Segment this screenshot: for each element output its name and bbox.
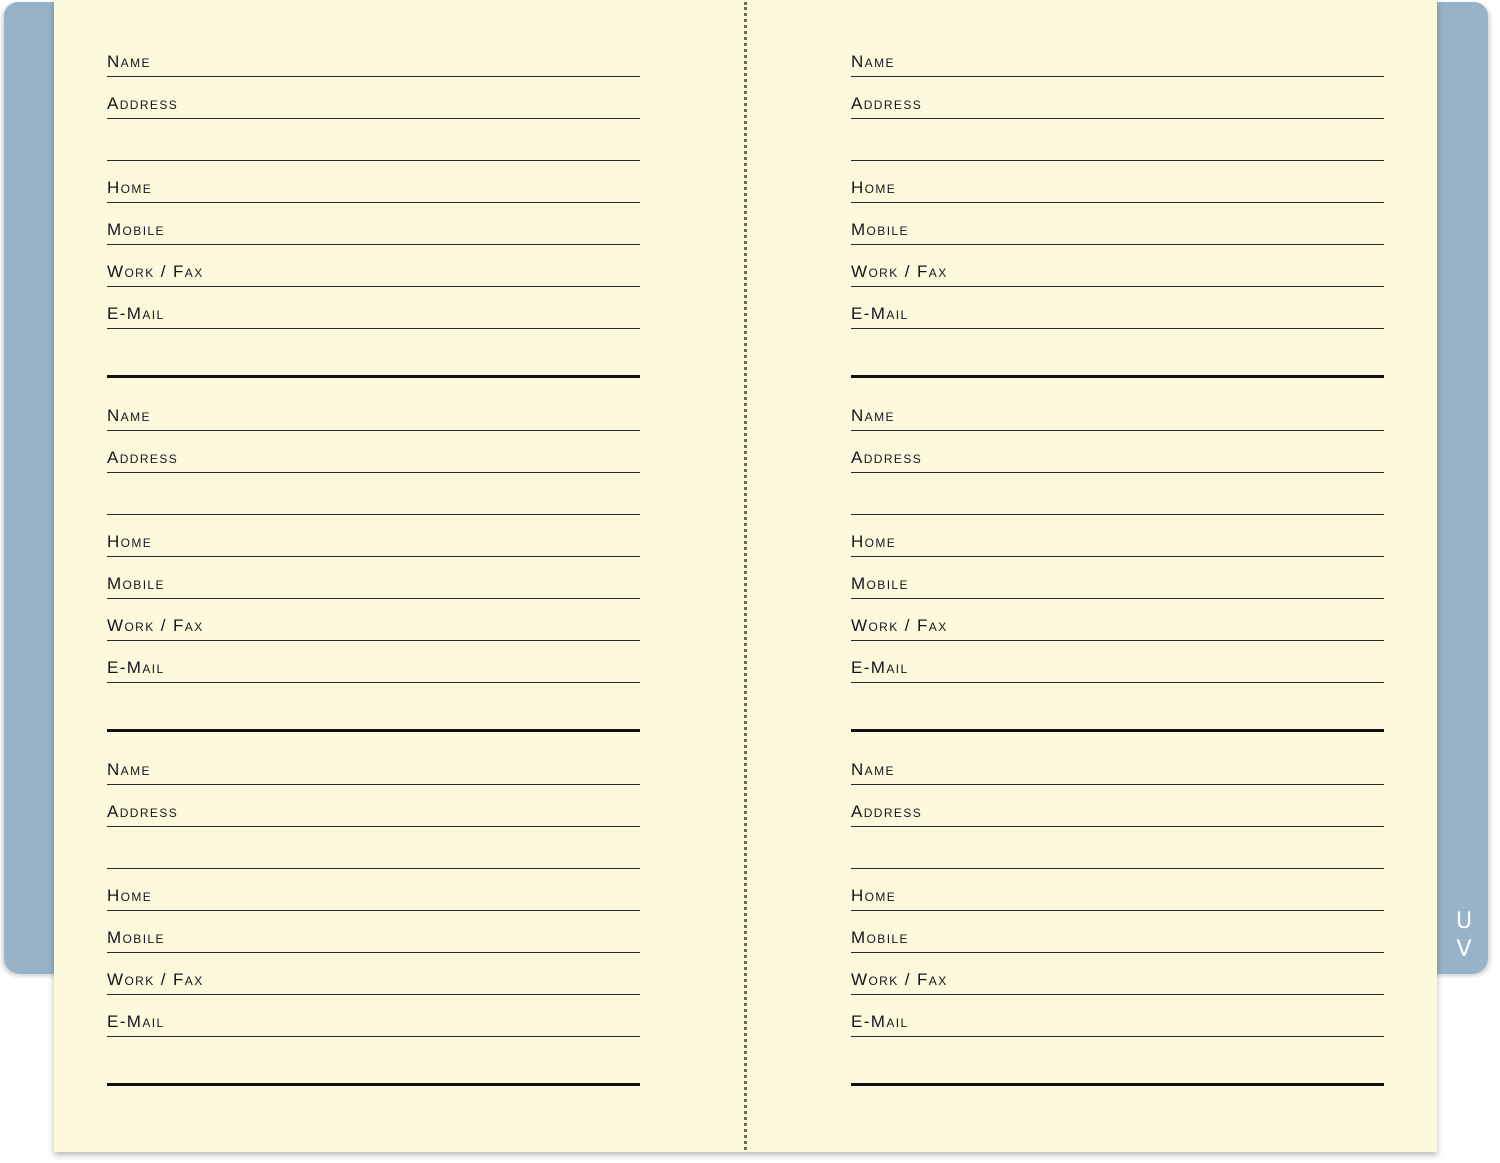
address-field[interactable]: Address bbox=[107, 77, 640, 119]
home-phone-field-label: Home bbox=[107, 178, 153, 197]
address-field-label: Address bbox=[851, 94, 923, 113]
entry-divider bbox=[107, 375, 640, 378]
address-field[interactable]: Address bbox=[107, 785, 640, 827]
mobile-field[interactable]: Mobile bbox=[851, 557, 1384, 599]
work-fax-field[interactable]: Work / Fax bbox=[851, 953, 1384, 995]
email-field[interactable]: E-Mail bbox=[851, 641, 1384, 683]
open-pages: Name Address Home Mobile Work / Fax E-Mail Nam… bbox=[54, 0, 1437, 1152]
address-line-2[interactable] bbox=[107, 473, 640, 515]
work-fax-field[interactable]: Work / Fax bbox=[107, 245, 640, 287]
page-spine-stitching bbox=[744, 2, 747, 1150]
email-field-label: E-Mail bbox=[107, 1012, 165, 1031]
entry-divider bbox=[851, 375, 1384, 378]
contact-entry: Name Address Home Mobile Work / Fax E-Mail bbox=[107, 389, 640, 732]
address-line-2[interactable] bbox=[851, 119, 1384, 161]
work-fax-field[interactable]: Work / Fax bbox=[851, 245, 1384, 287]
name-field-label: Name bbox=[107, 52, 151, 71]
work-fax-field[interactable]: Work / Fax bbox=[107, 599, 640, 641]
home-phone-field[interactable]: Home bbox=[107, 515, 640, 557]
entry-divider bbox=[851, 1083, 1384, 1086]
work-fax-field-label: Work / Fax bbox=[851, 970, 948, 989]
name-field[interactable]: Name bbox=[851, 389, 1384, 431]
address-field-label: Address bbox=[107, 802, 179, 821]
home-phone-field-label: Home bbox=[851, 532, 897, 551]
address-line-2[interactable] bbox=[851, 827, 1384, 869]
work-fax-field-label: Work / Fax bbox=[107, 262, 204, 281]
address-field-label: Address bbox=[851, 802, 923, 821]
email-field[interactable]: E-Mail bbox=[107, 287, 640, 329]
entry-divider bbox=[107, 729, 640, 732]
email-field-label: E-Mail bbox=[107, 658, 165, 677]
address-field[interactable]: Address bbox=[851, 785, 1384, 827]
email-field-label: E-Mail bbox=[851, 1012, 909, 1031]
contact-entry: Name Address Home Mobile Work / Fax E-Mail bbox=[107, 743, 640, 1086]
mobile-field[interactable]: Mobile bbox=[107, 911, 640, 953]
mobile-field-label: Mobile bbox=[107, 574, 165, 593]
mobile-field-label: Mobile bbox=[851, 574, 909, 593]
home-phone-field[interactable]: Home bbox=[107, 161, 640, 203]
work-fax-field[interactable]: Work / Fax bbox=[851, 599, 1384, 641]
address-line-2[interactable] bbox=[851, 473, 1384, 515]
work-fax-field-label: Work / Fax bbox=[851, 262, 948, 281]
email-field-label: E-Mail bbox=[851, 304, 909, 323]
contact-entry: Name Address Home Mobile Work / Fax E-Mail bbox=[851, 389, 1384, 732]
home-phone-field[interactable]: Home bbox=[851, 161, 1384, 203]
contact-entry: Name Address Home Mobile Work / Fax E-Mail bbox=[851, 35, 1384, 378]
name-field[interactable]: Name bbox=[107, 35, 640, 77]
alphabet-index-tab[interactable]: U V bbox=[1452, 908, 1476, 964]
home-phone-field-label: Home bbox=[107, 886, 153, 905]
address-field[interactable]: Address bbox=[851, 431, 1384, 473]
name-field-label: Name bbox=[851, 406, 895, 425]
email-field-label: E-Mail bbox=[107, 304, 165, 323]
contact-entry: Name Address Home Mobile Work / Fax E-Mail bbox=[107, 35, 640, 378]
address-field[interactable]: Address bbox=[851, 77, 1384, 119]
name-field-label: Name bbox=[851, 52, 895, 71]
home-phone-field-label: Home bbox=[851, 886, 897, 905]
name-field-label: Name bbox=[107, 760, 151, 779]
mobile-field-label: Mobile bbox=[107, 220, 165, 239]
address-field-label: Address bbox=[107, 94, 179, 113]
address-book-spread: Name Address Home Mobile Work / Fax E-Mail Nam… bbox=[0, 0, 1500, 1163]
address-field-label: Address bbox=[851, 448, 923, 467]
home-phone-field-label: Home bbox=[851, 178, 897, 197]
entry-divider bbox=[107, 1083, 640, 1086]
email-field[interactable]: E-Mail bbox=[107, 641, 640, 683]
mobile-field-label: Mobile bbox=[851, 220, 909, 239]
address-line-2[interactable] bbox=[107, 827, 640, 869]
mobile-field-label: Mobile bbox=[851, 928, 909, 947]
name-field[interactable]: Name bbox=[107, 389, 640, 431]
email-field[interactable]: E-Mail bbox=[851, 995, 1384, 1037]
work-fax-field-label: Work / Fax bbox=[107, 970, 204, 989]
email-field[interactable]: E-Mail bbox=[107, 995, 640, 1037]
address-line-2[interactable] bbox=[107, 119, 640, 161]
email-field[interactable]: E-Mail bbox=[851, 287, 1384, 329]
entry-divider bbox=[851, 729, 1384, 732]
name-field[interactable]: Name bbox=[107, 743, 640, 785]
mobile-field[interactable]: Mobile bbox=[851, 203, 1384, 245]
email-field-label: E-Mail bbox=[851, 658, 909, 677]
tab-letter-u: U bbox=[1455, 909, 1473, 934]
address-field[interactable]: Address bbox=[107, 431, 640, 473]
work-fax-field-label: Work / Fax bbox=[851, 616, 948, 635]
home-phone-field[interactable]: Home bbox=[851, 515, 1384, 557]
home-phone-field[interactable]: Home bbox=[851, 869, 1384, 911]
mobile-field[interactable]: Mobile bbox=[107, 203, 640, 245]
tab-letter-v: V bbox=[1456, 937, 1472, 962]
name-field-label: Name bbox=[851, 760, 895, 779]
home-phone-field[interactable]: Home bbox=[107, 869, 640, 911]
name-field[interactable]: Name bbox=[851, 743, 1384, 785]
address-field-label: Address bbox=[107, 448, 179, 467]
contact-entry: Name Address Home Mobile Work / Fax E-Mail bbox=[851, 743, 1384, 1086]
name-field-label: Name bbox=[107, 406, 151, 425]
mobile-field[interactable]: Mobile bbox=[851, 911, 1384, 953]
work-fax-field-label: Work / Fax bbox=[107, 616, 204, 635]
mobile-field-label: Mobile bbox=[107, 928, 165, 947]
home-phone-field-label: Home bbox=[107, 532, 153, 551]
name-field[interactable]: Name bbox=[851, 35, 1384, 77]
mobile-field[interactable]: Mobile bbox=[107, 557, 640, 599]
work-fax-field[interactable]: Work / Fax bbox=[107, 953, 640, 995]
